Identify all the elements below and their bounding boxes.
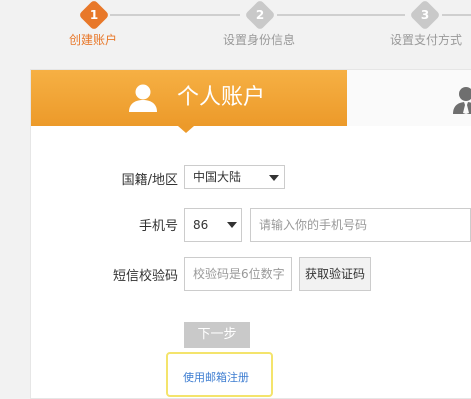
phone-placeholder: 请输入你的手机号码	[259, 218, 368, 232]
email-register-link[interactable]: 使用邮箱注册	[183, 369, 249, 385]
step-connector-3	[442, 14, 471, 16]
tab-pointer	[178, 126, 194, 133]
sms-code-placeholder: 校验码是6位数字	[193, 267, 285, 281]
get-code-button[interactable]: 获取验证码	[299, 257, 371, 291]
sms-code-input[interactable]: 校验码是6位数字	[184, 257, 292, 291]
phone-input[interactable]: 请输入你的手机号码	[250, 208, 471, 242]
country-value: 中国大陆	[193, 170, 242, 184]
tab-business-account[interactable]	[347, 70, 471, 126]
step-1-label: 创建账户	[69, 33, 118, 47]
next-step-button[interactable]: 下一步	[184, 322, 250, 348]
progress-stepper: 1 2 3 创建账户 设置身份信息 设置支付方式	[0, 0, 471, 60]
chevron-down-icon	[227, 222, 237, 228]
step-1-number: 1	[89, 8, 99, 22]
step-2-number: 2	[255, 8, 265, 22]
tab-personal-account[interactable]: 个人账户	[31, 70, 347, 133]
step-3-badge: 3	[409, 0, 441, 31]
country-select[interactable]: 中国大陆	[184, 165, 285, 189]
tab-personal-label: 个人账户	[177, 85, 266, 110]
phone-code-value: 86	[193, 218, 209, 232]
sms-code-label: 短信校验码	[112, 269, 178, 284]
step-2-label: 设置身份信息	[223, 33, 296, 47]
step-3-number: 3	[420, 8, 430, 22]
step-1-badge: 1	[78, 0, 110, 31]
phone-code-select[interactable]: 86	[184, 208, 242, 242]
step-connector-1	[110, 14, 240, 16]
phone-label: 手机号	[138, 219, 178, 234]
step-2-badge: 2	[244, 0, 276, 31]
user-icon	[129, 84, 157, 112]
business-user-icon	[453, 87, 471, 114]
country-label: 国籍/地区	[121, 173, 178, 188]
account-type-tabs: 个人账户	[31, 70, 471, 133]
chevron-down-icon	[269, 175, 279, 181]
step-connector-2	[277, 14, 405, 16]
step-3-label: 设置支付方式	[390, 33, 463, 47]
